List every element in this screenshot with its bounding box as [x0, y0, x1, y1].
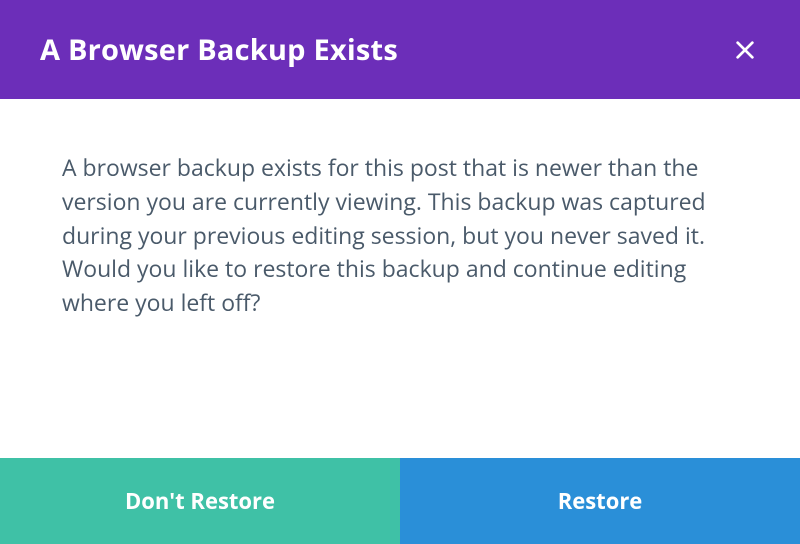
close-button[interactable] [730, 35, 760, 65]
dialog-message: A browser backup exists for this post th… [62, 151, 738, 320]
close-icon [734, 39, 756, 61]
dialog-footer: Don't Restore Restore [0, 458, 800, 544]
dialog-title: A Browser Backup Exists [40, 30, 398, 69]
restore-button[interactable]: Restore [400, 458, 800, 544]
dialog-body: A browser backup exists for this post th… [0, 99, 800, 458]
dont-restore-button[interactable]: Don't Restore [0, 458, 400, 544]
dialog-header: A Browser Backup Exists [0, 0, 800, 99]
backup-restore-dialog: A Browser Backup Exists A browser backup… [0, 0, 800, 544]
